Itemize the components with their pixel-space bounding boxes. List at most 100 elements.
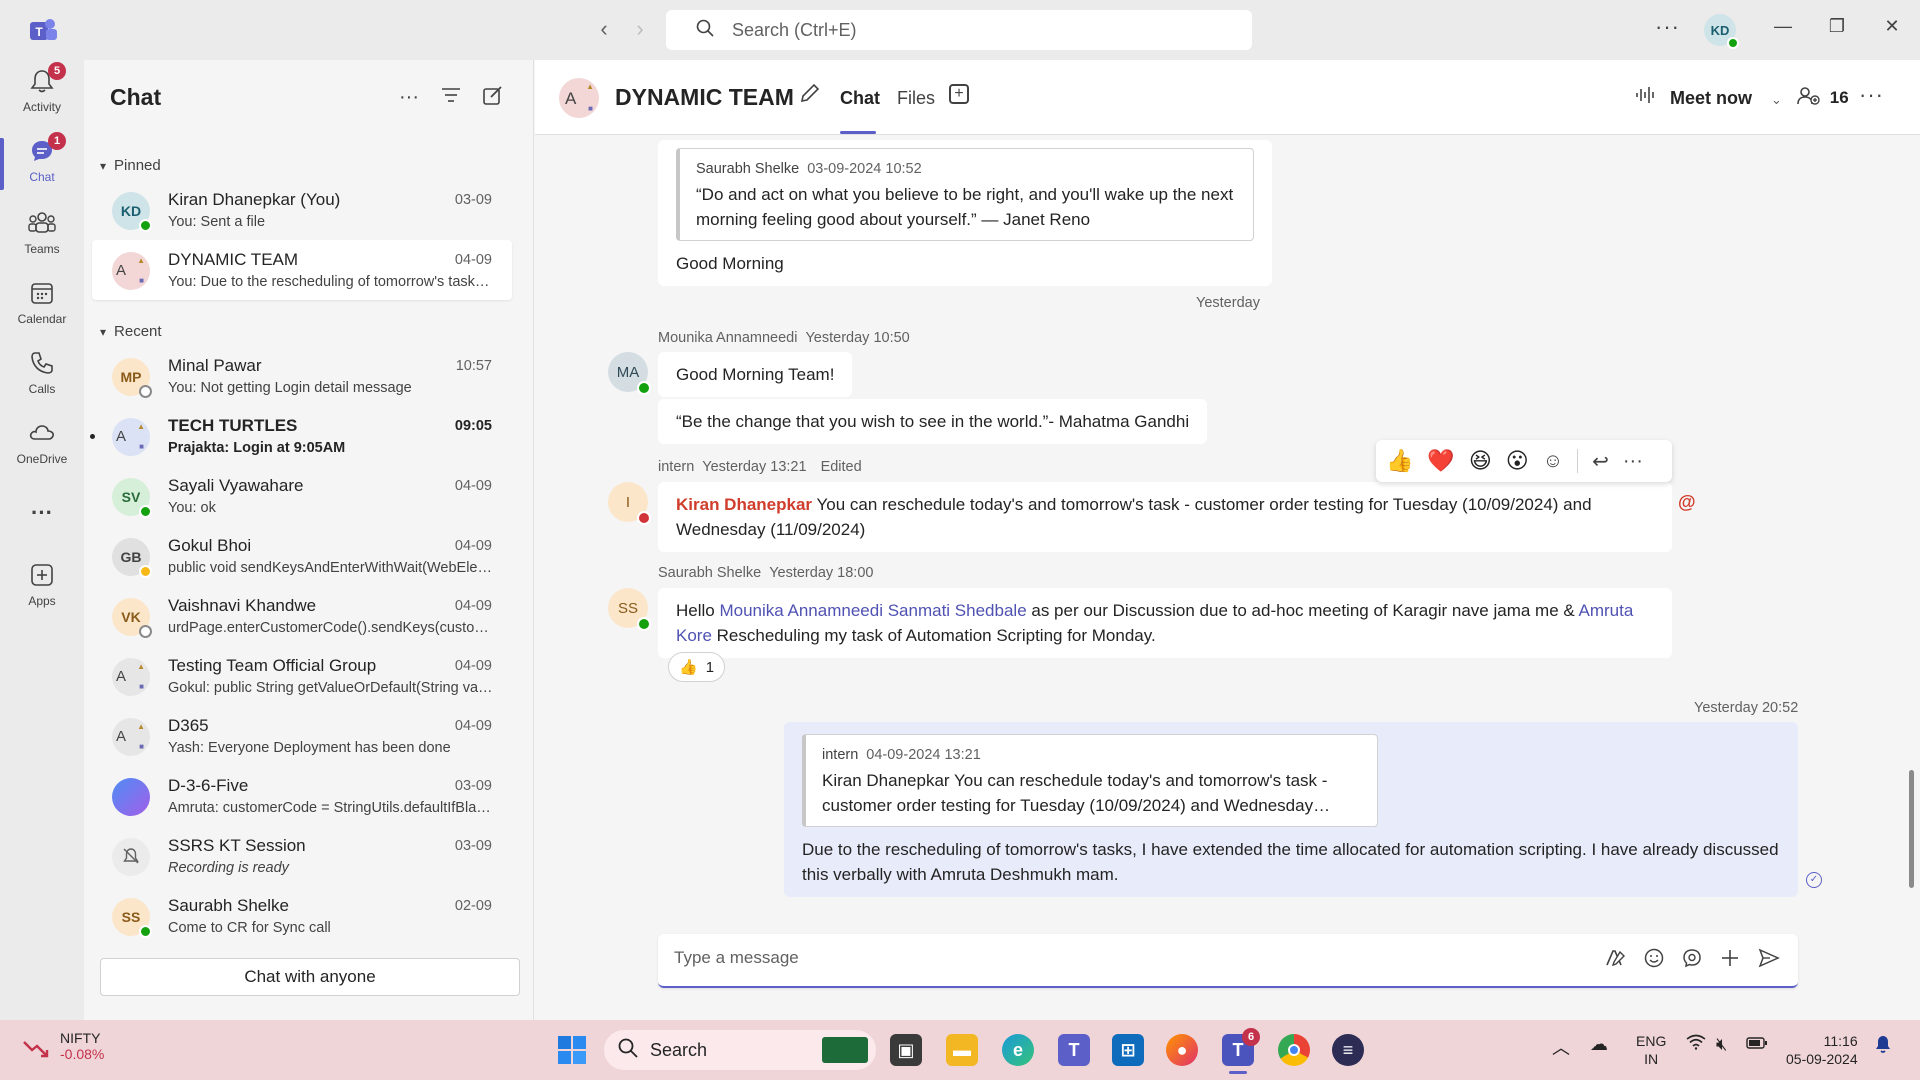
rail-more-apps[interactable]: ··· xyxy=(0,500,84,526)
chat-item-testing-team[interactable]: A ▲ ■ Testing Team Official Group Gokul:… xyxy=(92,646,512,706)
meet-now-button[interactable]: Meet now ⌄ xyxy=(1635,86,1782,109)
chat-item-tech-turtles[interactable]: A ▲ ■ TECH TURTLES Prajakta: Login at 9:… xyxy=(90,406,512,466)
language-indicator[interactable]: ENG IN xyxy=(1636,1032,1666,1068)
chat-item-d365[interactable]: A ▲ ■ D365 Yash: Everyone Deployment has… xyxy=(92,706,512,766)
chat-with-anyone-button[interactable]: Chat with anyone xyxy=(100,958,520,996)
minimize-icon[interactable]: — xyxy=(1768,16,1798,37)
tab-chat[interactable]: Chat xyxy=(840,88,880,109)
participants-button[interactable]: 16 xyxy=(1797,86,1849,108)
pinned-section-label[interactable]: Pinned xyxy=(100,157,161,174)
chat-item-minal[interactable]: MP Minal Pawar You: Not getting Login de… xyxy=(92,346,512,406)
system-clock[interactable]: 11:16 05-09-2024 xyxy=(1786,1032,1858,1068)
chat-item-gokul[interactable]: GB Gokul Bhoi public void sendKeysAndEnt… xyxy=(92,526,512,586)
chat-item-kiran[interactable]: KD Kiran Dhanepkar (You) You: Sent a fil… xyxy=(92,180,512,240)
chrome-icon[interactable] xyxy=(1278,1034,1310,1066)
rail-item-calendar[interactable]: Calendar xyxy=(0,280,84,326)
firefox-icon[interactable]: ● xyxy=(1166,1034,1198,1066)
chat-item-ssrs-kt[interactable]: SSRS KT Session Recording is ready 03-09 xyxy=(92,826,512,886)
settings-more-icon[interactable]: ··· xyxy=(1655,14,1680,40)
presence-available-icon xyxy=(139,925,152,938)
emoji-icon[interactable] xyxy=(1644,948,1664,974)
mention-link[interactable]: Sanmati Shedbale xyxy=(888,601,1027,620)
edit-pencil-icon[interactable] xyxy=(799,82,821,110)
mention[interactable]: Kiran Dhanepkar xyxy=(676,495,812,514)
chat-preview: Recording is ready xyxy=(168,860,289,876)
title-bar: T ‹ › Search (Ctrl+E) ··· KD — ❐ ✕ xyxy=(0,0,1920,60)
chat-list-actions: ··· xyxy=(399,86,503,112)
scrollbar[interactable] xyxy=(1909,770,1914,888)
more-options-icon[interactable]: ··· xyxy=(399,86,419,112)
onedrive-status-icon[interactable]: ☁ xyxy=(1590,1034,1608,1055)
message-bubble[interactable]: “Be the change that you wish to see in t… xyxy=(658,399,1208,444)
rail-item-apps[interactable]: Apps xyxy=(0,562,84,608)
teams-classic-icon[interactable]: T xyxy=(1058,1034,1090,1066)
avatar-segment: ■ xyxy=(139,742,144,751)
avatar[interactable]: MA xyxy=(608,352,651,395)
taskbar-search[interactable]: Search xyxy=(604,1030,876,1070)
loop-icon[interactable] xyxy=(1682,948,1702,974)
edge-browser-icon[interactable]: e xyxy=(1002,1034,1034,1066)
eclipse-ide-icon[interactable]: ≡ xyxy=(1332,1034,1364,1066)
message-author: Mounika Annamneedi xyxy=(658,330,798,346)
task-view-icon[interactable]: ▣ xyxy=(890,1034,922,1066)
message-bubble[interactable]: Hello Mounika Annamneedi Sanmati Shedbal… xyxy=(658,588,1672,658)
more-options-icon[interactable]: ··· xyxy=(1623,450,1643,473)
chat-item-saurabh[interactable]: SS Saurabh Shelke Come to CR for Sync ca… xyxy=(92,886,512,946)
chat-item-vaishnavi[interactable]: VK Vaishnavi Khandwe urdPage.enterCustom… xyxy=(92,586,512,646)
chat-name: SSRS KT Session xyxy=(168,836,306,855)
teams-icon[interactable]: T 6 xyxy=(1222,1028,1260,1066)
chat-item-dynamic-team[interactable]: A ▲ ■ DYNAMIC TEAM You: Due to the resch… xyxy=(92,240,512,300)
quoted-message[interactable]: intern 04-09-2024 13:21 Kiran Dhanepkar Y… xyxy=(802,734,1378,827)
windows-start-icon[interactable] xyxy=(556,1034,588,1066)
add-tab-icon[interactable]: + xyxy=(949,84,969,104)
laugh-reaction-icon[interactable]: 😆 xyxy=(1469,448,1492,474)
avatar[interactable]: SS xyxy=(608,588,651,631)
wifi-icon[interactable] xyxy=(1686,1034,1706,1055)
back-arrow-icon[interactable]: ‹ xyxy=(586,16,622,42)
quoted-message[interactable]: Saurabh Shelke 03-09-2024 10:52 “Do and a… xyxy=(676,148,1254,241)
chat-item-sayali[interactable]: SV Sayali Vyawahare You: ok 04-09 xyxy=(92,466,512,526)
filter-icon[interactable] xyxy=(441,86,461,112)
tab-files[interactable]: Files xyxy=(897,88,935,109)
mention-link[interactable]: Mounika Annamneedi xyxy=(719,601,883,620)
chat-item-d-3-6-five[interactable]: D-3-6-Five Amruta: customerCode = String… xyxy=(92,766,512,826)
rail-item-calls[interactable]: Calls xyxy=(0,350,84,396)
message-composer[interactable] xyxy=(658,934,1798,988)
file-explorer-icon[interactable]: ▬ xyxy=(946,1034,978,1066)
restore-icon[interactable]: ❐ xyxy=(1822,16,1852,37)
new-chat-icon[interactable] xyxy=(483,86,503,112)
show-hidden-icons[interactable]: ︿ xyxy=(1552,1034,1570,1060)
send-icon[interactable] xyxy=(1758,948,1780,974)
notification-bell-icon[interactable] xyxy=(1874,1034,1892,1059)
message-input[interactable] xyxy=(674,948,1474,968)
message-bubble[interactable]: Saurabh Shelke 03-09-2024 10:52 “Do and a… xyxy=(658,140,1272,286)
heart-reaction-icon[interactable]: ❤️ xyxy=(1427,448,1454,474)
own-message-bubble[interactable]: intern 04-09-2024 13:21 Kiran Dhanepkar Y… xyxy=(784,722,1798,897)
surprised-reaction-icon[interactable]: 😮 xyxy=(1506,448,1529,474)
rail-item-onedrive[interactable]: OneDrive xyxy=(0,420,84,466)
microsoft-store-icon[interactable]: ⊞ xyxy=(1112,1034,1144,1066)
global-search-input[interactable]: Search (Ctrl+E) xyxy=(666,10,1252,50)
message-bubble[interactable]: Good Morning Team! xyxy=(658,352,853,397)
recent-section-label[interactable]: Recent xyxy=(100,323,162,340)
chevron-down-icon[interactable]: ⌄ xyxy=(1771,92,1782,107)
like-reaction-icon[interactable]: 👍 xyxy=(1386,448,1413,474)
close-icon[interactable]: ✕ xyxy=(1877,16,1907,37)
rail-item-chat[interactable]: 1 Chat xyxy=(0,132,84,184)
profile-avatar[interactable]: KD xyxy=(1704,14,1739,49)
speaker-muted-icon[interactable]: 🔇︎ xyxy=(1716,1034,1727,1055)
reply-icon[interactable]: ↩ xyxy=(1592,449,1609,474)
rail-item-activity[interactable]: 5 Activity xyxy=(0,62,84,114)
rail-item-teams[interactable]: Teams xyxy=(0,210,84,256)
stock-widget[interactable]: NIFTY -0.08% xyxy=(22,1030,104,1066)
battery-icon[interactable] xyxy=(1746,1034,1768,1055)
add-attachment-icon[interactable] xyxy=(1720,948,1740,974)
reaction-pill[interactable]: 👍 1 xyxy=(668,652,726,682)
chat-preview: Amruta: customerCode = StringUtils.defau… xyxy=(168,800,493,816)
add-reaction-icon[interactable]: ☺ xyxy=(1543,450,1563,473)
format-icon[interactable] xyxy=(1604,948,1626,974)
avatar[interactable]: I xyxy=(608,482,651,525)
message-bubble[interactable]: Kiran Dhanepkar You can reschedule today… xyxy=(658,482,1672,552)
more-options-icon[interactable]: ··· xyxy=(1859,82,1884,108)
forward-arrow-icon[interactable]: › xyxy=(622,16,658,42)
